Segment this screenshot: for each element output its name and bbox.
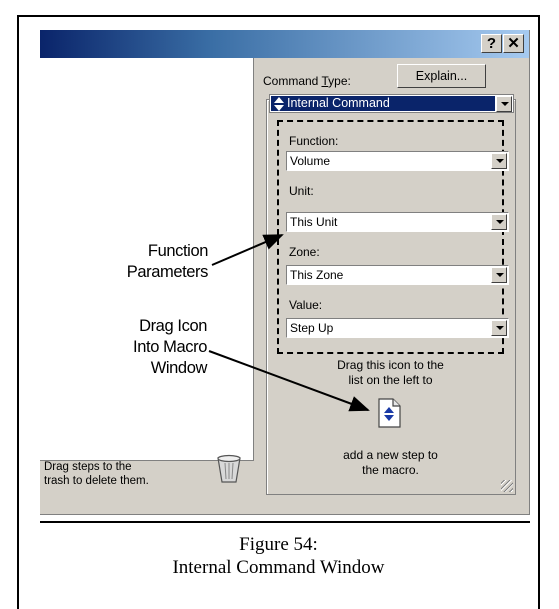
drag-icon-arrow bbox=[208, 350, 370, 412]
caption-line2: Internal Command Window bbox=[172, 557, 385, 578]
callout-arrows bbox=[208, 234, 370, 412]
caption-line1: Figure 54: bbox=[239, 534, 318, 555]
figure-caption: Figure 54: Internal Command Window bbox=[17, 533, 540, 579]
caption-divider bbox=[40, 521, 530, 523]
function-parameters-arrow bbox=[211, 234, 284, 266]
